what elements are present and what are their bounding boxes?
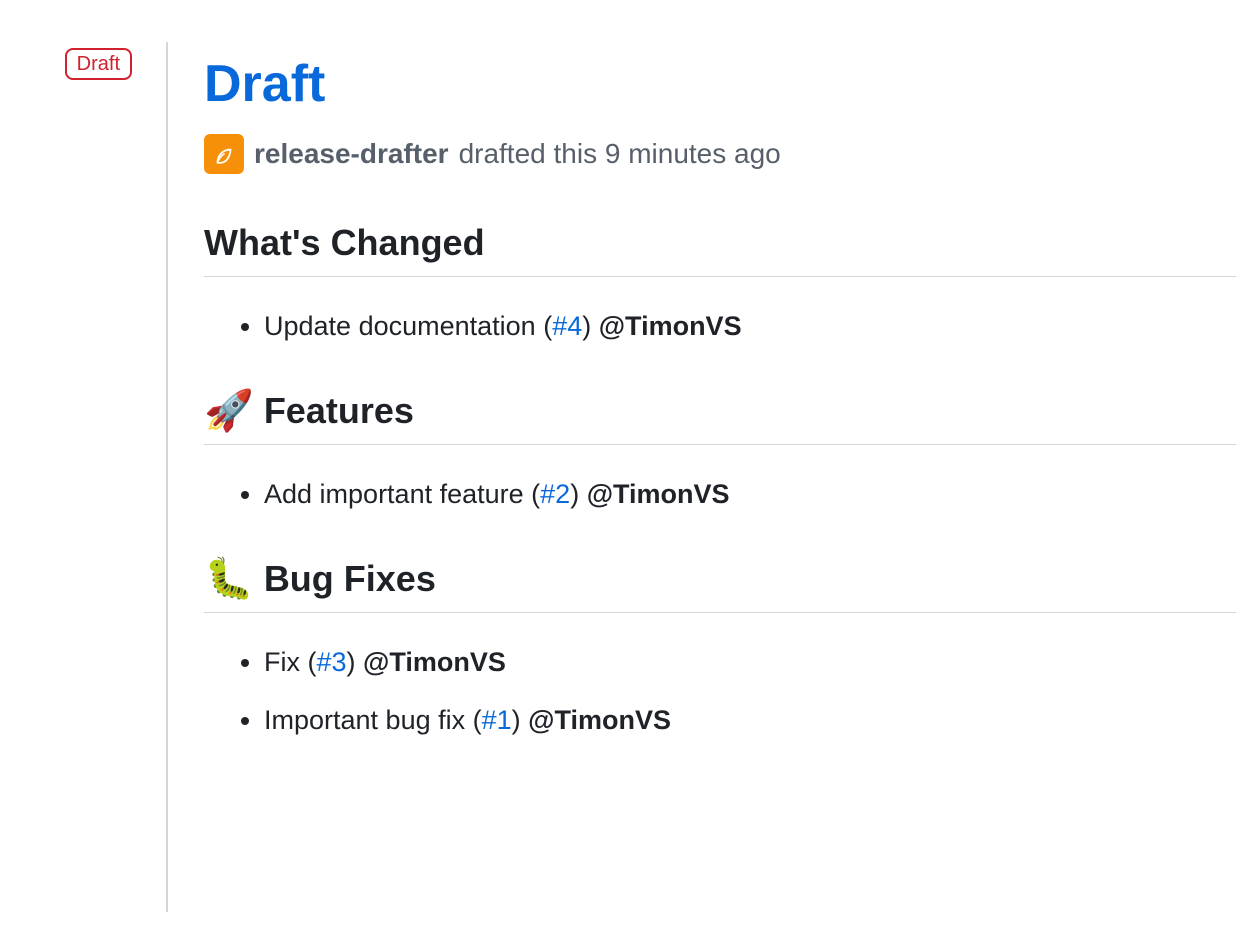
release-meta: release-drafter drafted this 9 minutes a… <box>204 134 1236 174</box>
item-text-after: ) <box>347 647 364 677</box>
section-items: Fix (#3) @TimonVSImportant bug fix (#1) … <box>204 641 1236 741</box>
author-avatar[interactable] <box>204 134 244 174</box>
draft-badge: Draft <box>65 48 132 80</box>
section-heading: 🐛Bug Fixes <box>204 558 1236 613</box>
section-items: Add important feature (#2) @TimonVS <box>204 473 1236 516</box>
pr-link[interactable]: #4 <box>552 311 582 341</box>
item-text: Update documentation ( <box>264 311 552 341</box>
section-emoji-icon: 🐛 <box>204 559 254 599</box>
release-title[interactable]: Draft <box>204 54 1236 114</box>
section-heading-text: What's Changed <box>204 222 485 264</box>
section-heading: 🚀Features <box>204 390 1236 445</box>
user-mention[interactable]: @TimonVS <box>528 705 671 735</box>
pr-link[interactable]: #2 <box>540 479 570 509</box>
leaf-icon <box>211 141 237 167</box>
item-text-after: ) <box>570 479 587 509</box>
user-mention[interactable]: @TimonVS <box>363 647 506 677</box>
item-text: Important bug fix ( <box>264 705 482 735</box>
pr-link[interactable]: #3 <box>316 647 346 677</box>
release-sidebar: Draft <box>0 42 168 912</box>
section-heading-text: Bug Fixes <box>264 558 436 600</box>
section-heading: What's Changed <box>204 222 1236 277</box>
release-main: Draft release-drafter drafted this 9 min… <box>168 42 1236 912</box>
section-emoji-icon: 🚀 <box>204 391 254 431</box>
item-text: Add important feature ( <box>264 479 540 509</box>
drafted-time: drafted this 9 minutes ago <box>459 138 781 170</box>
item-text-after: ) <box>512 705 529 735</box>
item-text-after: ) <box>582 311 599 341</box>
user-mention[interactable]: @TimonVS <box>599 311 742 341</box>
list-item: Fix (#3) @TimonVS <box>264 641 1236 684</box>
pr-link[interactable]: #1 <box>482 705 512 735</box>
list-item: Update documentation (#4) @TimonVS <box>264 305 1236 348</box>
section-heading-text: Features <box>264 390 414 432</box>
item-text: Fix ( <box>264 647 316 677</box>
user-mention[interactable]: @TimonVS <box>587 479 730 509</box>
list-item: Add important feature (#2) @TimonVS <box>264 473 1236 516</box>
list-item: Important bug fix (#1) @TimonVS <box>264 699 1236 742</box>
section-items: Update documentation (#4) @TimonVS <box>204 305 1236 348</box>
author-name[interactable]: release-drafter <box>254 138 449 170</box>
